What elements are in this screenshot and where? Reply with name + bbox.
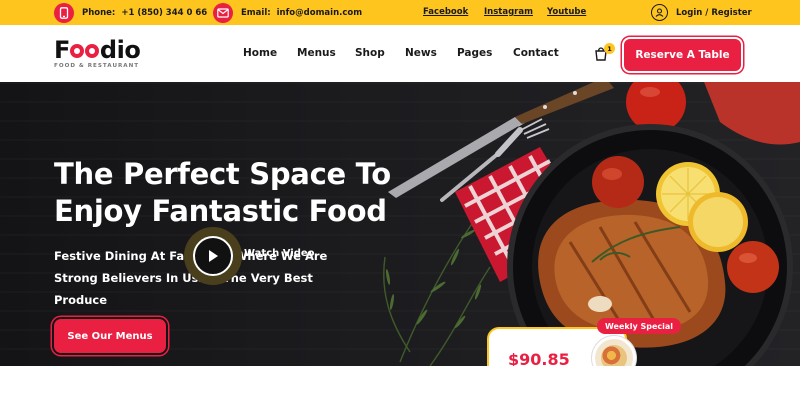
logo-o-mark xyxy=(70,44,85,58)
login-register-link[interactable]: Login / Register xyxy=(651,3,752,22)
logo-o-mark xyxy=(85,44,100,58)
see-menus-button[interactable]: See Our Menus xyxy=(54,319,166,353)
nav-item-home[interactable]: Home xyxy=(243,47,277,59)
instagram-link[interactable]: Instagram xyxy=(484,7,533,17)
phone-label: Phone: xyxy=(82,7,116,18)
cherry-tomato xyxy=(727,241,779,293)
logo-letters-end: dio xyxy=(99,36,141,64)
main-nav: F dio FOOD & RESTAURANT Home Menus Shop … xyxy=(0,25,800,82)
nav-item-shop[interactable]: Shop xyxy=(355,47,385,59)
email-label: Email: xyxy=(241,7,271,18)
site-logo[interactable]: F dio FOOD & RESTAURANT xyxy=(54,36,141,69)
phone-info: Phone: +1 (850) 344 0 66 xyxy=(54,0,207,25)
cherry-tomato xyxy=(592,156,644,208)
weekly-special-tag: Weekly Special xyxy=(597,318,681,334)
user-icon xyxy=(651,4,668,21)
tomato xyxy=(704,82,800,145)
play-video-button[interactable] xyxy=(184,227,242,285)
email-info: Email: info@domain.com xyxy=(213,0,362,25)
play-icon xyxy=(193,236,233,276)
nav-item-menus[interactable]: Menus xyxy=(297,47,336,59)
logo-letter-start: F xyxy=(54,36,70,64)
logo-wordmark: F dio xyxy=(54,36,141,64)
section-below-hero xyxy=(0,366,800,400)
youtube-link[interactable]: Youtube xyxy=(547,7,586,17)
reserve-table-button[interactable]: Reserve A Table xyxy=(622,37,743,73)
phone-value[interactable]: +1 (850) 344 0 66 xyxy=(121,8,207,18)
hero-food-image xyxy=(383,82,800,366)
nav-item-pages[interactable]: Pages xyxy=(457,47,492,59)
hero-title: The Perfect Space To Enjoy Fantastic Foo… xyxy=(54,157,391,228)
email-value[interactable]: info@domain.com xyxy=(277,8,362,18)
rosemary-leaves xyxy=(385,229,482,329)
mail-icon xyxy=(213,2,233,23)
page: Phone: +1 (850) 344 0 66 Email: info@dom… xyxy=(0,0,800,400)
nav-item-contact[interactable]: Contact xyxy=(513,47,559,59)
nav-item-news[interactable]: News xyxy=(405,47,437,59)
phone-icon xyxy=(54,2,74,23)
top-bar: Phone: +1 (850) 344 0 66 Email: info@dom… xyxy=(0,0,800,25)
facebook-link[interactable]: Facebook xyxy=(423,7,468,17)
watch-video-label[interactable]: Watch Video xyxy=(244,248,315,259)
logo-tagline: FOOD & RESTAURANT xyxy=(54,63,140,69)
cart-count-badge: 1 xyxy=(604,43,615,54)
login-label: Login / Register xyxy=(676,7,752,18)
